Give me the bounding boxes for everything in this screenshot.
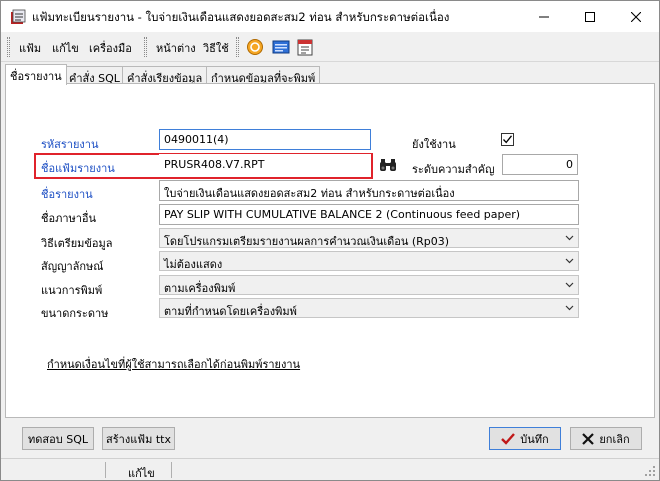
chevron-down-icon: [565, 305, 574, 311]
save-label: บันทึก: [520, 432, 549, 446]
report-name-field[interactable]: ใบจ่ายเงินเดือนแสดงยอดสะสม2 ท่อน สำหรับก…: [159, 180, 579, 201]
paper-size-label: ขนาดกระดาษ: [41, 307, 109, 320]
in-use-label: ยังใช้งาน: [412, 138, 456, 151]
status-divider: [171, 462, 172, 478]
symbol-value: ไม่ต้องแสดง: [164, 258, 223, 271]
binoculars-icon[interactable]: [378, 155, 398, 175]
priority-field[interactable]: 0: [502, 154, 578, 175]
cancel-button[interactable]: ยกเลิก: [570, 427, 642, 450]
report-code-label[interactable]: รหัสรายงาน: [41, 135, 98, 153]
minimize-button[interactable]: [521, 1, 566, 32]
menu-tools[interactable]: เครื่องมือ: [89, 39, 132, 57]
main-window: แฟ้มทะเบียนรายงาน - ใบจ่ายเงินเดือนแสดงย…: [0, 0, 660, 481]
report-name-label[interactable]: ชื่อรายงาน: [41, 185, 93, 203]
tab-report-name[interactable]: ชื่อรายงาน: [5, 64, 67, 85]
maximize-button[interactable]: [567, 1, 612, 32]
status-divider: [105, 462, 106, 478]
keyboard-icon[interactable]: [271, 37, 291, 57]
report-register-icon: [10, 9, 26, 25]
toolbar-grip[interactable]: [236, 37, 239, 57]
menu-edit[interactable]: แก้ไข: [52, 39, 79, 57]
title-bar: แฟ้มทะเบียนรายงาน - ใบจ่ายเงินเดือนแสดงย…: [1, 1, 659, 32]
paper-size-select[interactable]: ตามที่กำหนดโดยเครื่องพิมพ์: [159, 298, 579, 318]
checkmark-icon: [501, 432, 516, 445]
tab-print-data[interactable]: กำหนดข้อมูลที่จะพิมพ์: [206, 66, 321, 85]
data-prep-value: โดยโปรแกรมเตรียมรายงานผลการคำนวณเงินเดือ…: [164, 235, 450, 248]
test-sql-button[interactable]: ทดสอบ SQL: [22, 427, 94, 450]
save-button[interactable]: บันทึก: [489, 427, 561, 450]
priority-label: ระดับความสำคัญ: [412, 163, 495, 176]
toolbar-grip[interactable]: [144, 37, 147, 57]
status-bar: แก้ไข: [1, 458, 659, 480]
refresh-icon[interactable]: [245, 37, 265, 57]
resize-grip-icon[interactable]: [645, 466, 656, 477]
cancel-x-icon: [582, 432, 595, 445]
create-ttx-label: สร้างแฟ้ม ttx: [106, 432, 171, 446]
symbol-select[interactable]: ไม่ต้องแสดง: [159, 251, 579, 271]
orientation-value: ตามเครื่องพิมพ์: [164, 282, 236, 295]
tab-sql[interactable]: คำสั่ง SQL: [64, 66, 125, 85]
menu-file[interactable]: แฟ้ม: [19, 39, 41, 57]
calendar-icon[interactable]: [295, 37, 315, 57]
chevron-down-icon: [565, 235, 574, 241]
data-prep-label: วิธีเตรียมข้อมูล: [41, 237, 113, 250]
chevron-down-icon: [565, 258, 574, 264]
close-button[interactable]: [613, 1, 658, 32]
in-use-checkbox[interactable]: [501, 133, 514, 146]
menu-toolbar: แฟ้ม แก้ไข เครื่องมือ หน้าต่าง วิธีใช้: [1, 32, 659, 62]
report-file-field[interactable]: PRUSR408.V7.RPT: [159, 154, 371, 175]
other-lang-label: ชื่อภาษาอื่น: [41, 212, 97, 225]
report-code-field[interactable]: 0490011(4): [159, 129, 371, 150]
data-prep-select[interactable]: โดยโปรแกรมเตรียมรายงานผลการคำนวณเงินเดือ…: [159, 228, 579, 248]
create-ttx-button[interactable]: สร้างแฟ้ม ttx: [102, 427, 175, 450]
orientation-select[interactable]: ตามเครื่องพิมพ์: [159, 275, 579, 295]
cancel-label: ยกเลิก: [599, 432, 630, 446]
menu-help[interactable]: วิธีใช้: [203, 39, 229, 57]
report-file-label[interactable]: ชื่อแฟ้มรายงาน: [41, 159, 115, 177]
window-title: แฟ้มทะเบียนรายงาน - ใบจ่ายเงินเดือนแสดงย…: [32, 10, 450, 24]
condition-link[interactable]: กำหนดเงื่อนไขที่ผู้ใช้สามารถเลือกได้ก่อน…: [47, 355, 300, 373]
status-mode: แก้ไข: [128, 467, 155, 480]
tab-sort[interactable]: คำสั่งเรียงข้อมูล: [122, 66, 208, 85]
symbol-label: สัญญาลักษณ์: [41, 260, 104, 273]
menu-window[interactable]: หน้าต่าง: [156, 39, 196, 57]
toolbar-grip[interactable]: [7, 37, 10, 57]
test-sql-label: ทดสอบ SQL: [28, 432, 88, 446]
other-lang-field[interactable]: PAY SLIP WITH CUMULATIVE BALANCE 2 (Cont…: [159, 204, 579, 225]
paper-size-value: ตามที่กำหนดโดยเครื่องพิมพ์: [164, 305, 297, 318]
chevron-down-icon: [565, 282, 574, 288]
orientation-label: แนวการพิมพ์: [41, 284, 103, 297]
